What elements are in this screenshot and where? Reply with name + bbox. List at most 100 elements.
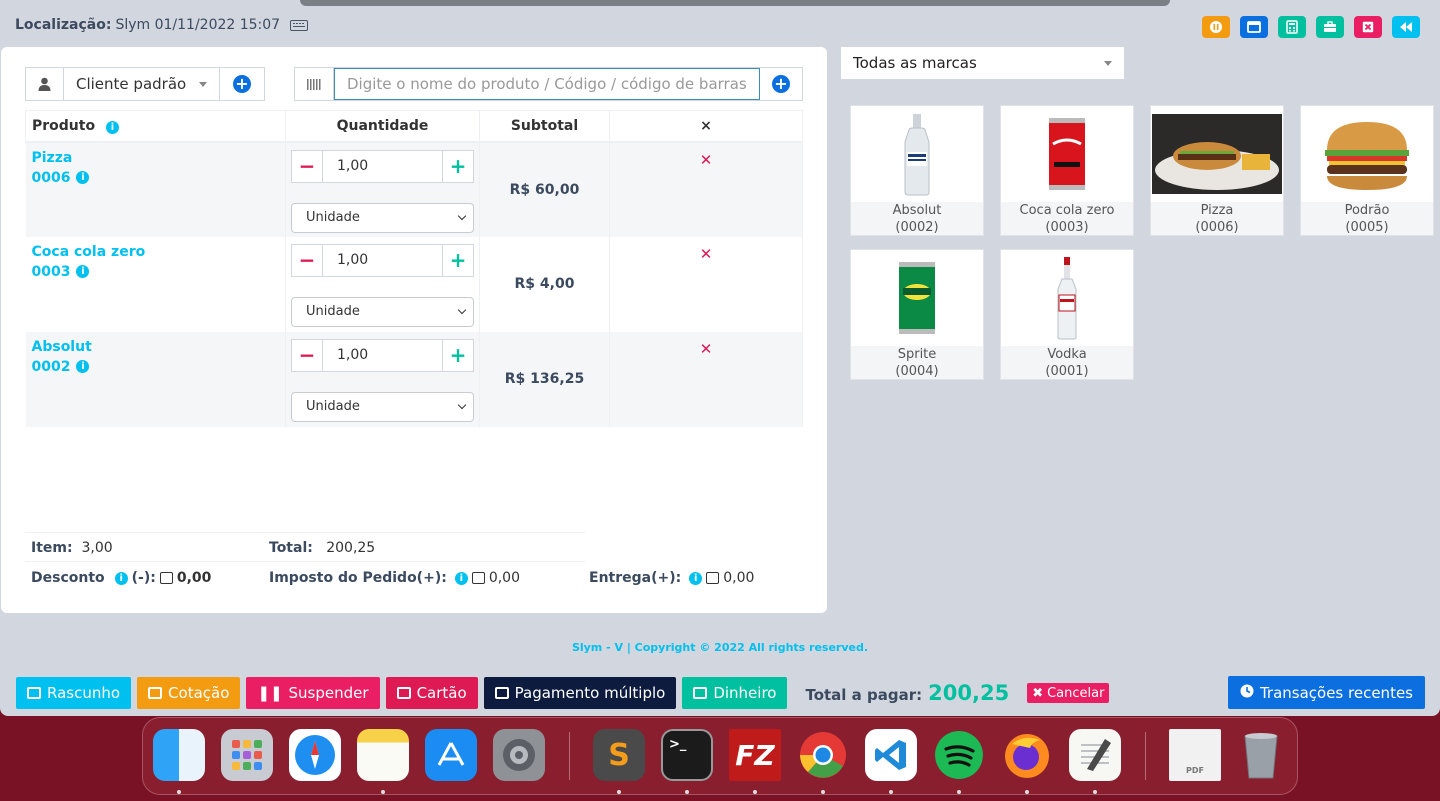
discount-value: 0,00 xyxy=(176,570,212,586)
info-icon[interactable]: i xyxy=(105,120,119,134)
location-label: Localização: xyxy=(15,17,112,33)
chrome-icon[interactable] xyxy=(797,729,849,781)
increase-quantity-button[interactable]: + xyxy=(442,244,473,276)
vscode-icon[interactable] xyxy=(865,729,917,781)
card-button[interactable]: Cartão xyxy=(385,677,478,709)
column-header-product-label: Produto xyxy=(32,117,96,134)
launchpad-icon[interactable] xyxy=(221,729,273,781)
trash-icon[interactable] xyxy=(1235,729,1287,781)
info-icon[interactable]: i xyxy=(114,571,128,585)
app-store-icon[interactable] xyxy=(425,729,477,781)
cart-product-name[interactable]: Absolut xyxy=(26,332,286,355)
fast-backward-icon[interactable] xyxy=(1392,16,1420,38)
product-card[interactable]: Vodka (0001) xyxy=(1000,249,1134,380)
add-product-button[interactable]: + xyxy=(760,68,802,100)
finder-icon[interactable] xyxy=(153,729,205,781)
quantity-stepper: − 1,00 + xyxy=(291,243,474,277)
info-icon[interactable]: i xyxy=(689,571,703,585)
sublime-text-icon[interactable]: S xyxy=(593,729,645,781)
remove-item-icon[interactable]: ✕ xyxy=(700,245,713,263)
product-code: (0005) xyxy=(1345,220,1389,235)
customer-select[interactable]: Cliente padrão xyxy=(64,68,220,100)
safari-icon[interactable] xyxy=(289,729,341,781)
running-indicator xyxy=(1025,790,1029,794)
terminal-icon[interactable]: >_ xyxy=(661,729,713,781)
running-indicator xyxy=(821,790,825,794)
suspend-button[interactable]: ❚❚ Suspender xyxy=(246,677,380,709)
product-code: (0001) xyxy=(1045,364,1089,379)
product-card[interactable]: Pizza (0006) xyxy=(1150,105,1284,236)
recent-transactions-button[interactable]: Transações recentes xyxy=(1227,676,1425,709)
keyboard-icon[interactable] xyxy=(290,19,309,31)
info-icon[interactable]: i xyxy=(454,571,468,585)
briefcase-icon[interactable] xyxy=(1316,16,1344,38)
pdf-document-icon[interactable]: PDF xyxy=(1169,729,1221,781)
barcode-icon xyxy=(295,68,334,100)
brand-filter-value: Todas as marcas xyxy=(853,54,977,72)
items-value: 3,00 xyxy=(81,540,113,556)
unit-select[interactable]: Unidade xyxy=(291,296,474,327)
product-image-coca-cola-zero xyxy=(1001,106,1133,202)
edit-icon xyxy=(148,687,163,699)
quantity-input[interactable]: 1,00 xyxy=(323,340,442,371)
dock-separator xyxy=(569,732,570,780)
cash-button[interactable]: Dinheiro xyxy=(682,677,788,709)
product-card[interactable]: Coca cola zero (0003) xyxy=(1000,105,1134,236)
spotify-icon[interactable] xyxy=(933,729,985,781)
product-name: Podrão xyxy=(1344,203,1390,218)
location-value: Slym 01/11/2022 15:07 xyxy=(115,17,281,33)
product-card[interactable]: Absolut (0002) xyxy=(850,105,984,236)
unit-select[interactable]: Unidade xyxy=(291,391,474,422)
remove-item-icon[interactable]: ✕ xyxy=(700,340,713,358)
info-icon[interactable]: i xyxy=(76,360,90,373)
pause-icon[interactable] xyxy=(1202,16,1230,38)
calculator-icon[interactable] xyxy=(1278,16,1306,38)
caret-down-icon xyxy=(199,81,207,87)
draft-button[interactable]: Rascunho xyxy=(16,677,132,709)
product-card[interactable]: Podrão (0005) xyxy=(1300,105,1434,236)
remove-item-icon[interactable]: ✕ xyxy=(700,151,713,169)
product-code: (0004) xyxy=(895,364,939,379)
running-indicator xyxy=(177,790,181,794)
edit-icon[interactable] xyxy=(159,572,173,584)
edit-icon[interactable] xyxy=(706,572,720,584)
window-icon[interactable] xyxy=(1240,16,1268,38)
shipping-value: 0,00 xyxy=(723,570,755,586)
cart-product-code: 0002 i xyxy=(26,355,286,375)
textedit-icon[interactable] xyxy=(1069,729,1121,781)
summary-totals: Item: 3,00 Total: 200,25 xyxy=(25,532,585,562)
caret-down-icon xyxy=(1104,60,1112,66)
multiple-payment-button[interactable]: Pagamento múltiplo xyxy=(483,677,677,709)
chevron-down-icon xyxy=(457,400,467,410)
edit-icon[interactable] xyxy=(471,572,485,584)
decrease-quantity-button[interactable]: − xyxy=(292,244,323,276)
info-icon[interactable]: i xyxy=(76,265,90,278)
product-name: Pizza xyxy=(1200,203,1234,218)
brand-filter-select[interactable]: Todas as marcas xyxy=(841,47,1124,79)
cart-row: Absolut 0002 i − 1,00 + Unidade R$ 136,25… xyxy=(25,331,803,427)
quote-button[interactable]: Cotação xyxy=(137,677,241,709)
increase-quantity-button[interactable]: + xyxy=(442,150,473,182)
cart-product-name[interactable]: Coca cola zero xyxy=(26,237,286,260)
add-customer-button[interactable]: + xyxy=(220,68,264,100)
running-indicator xyxy=(889,790,893,794)
firefox-icon[interactable] xyxy=(1001,729,1053,781)
product-search-input[interactable]: Digite o nome do produto / Código / códi… xyxy=(334,68,760,100)
system-preferences-icon[interactable] xyxy=(493,729,545,781)
tax-value: 0,00 xyxy=(488,570,520,586)
filezilla-icon[interactable]: FZ xyxy=(729,729,781,781)
cancel-button[interactable]: ✖ Cancelar xyxy=(1027,683,1110,703)
plus-circle-icon: + xyxy=(772,75,790,93)
close-register-icon[interactable] xyxy=(1354,16,1382,38)
cart-table: Produto i Quantidade Subtotal × Pizza 00… xyxy=(25,110,803,427)
quantity-input[interactable]: 1,00 xyxy=(323,151,442,182)
cart-product-name[interactable]: Pizza xyxy=(26,143,286,166)
decrease-quantity-button[interactable]: − xyxy=(292,339,323,371)
unit-select[interactable]: Unidade xyxy=(291,202,474,233)
product-card[interactable]: Sprite (0004) xyxy=(850,249,984,380)
quantity-input[interactable]: 1,00 xyxy=(323,245,442,276)
info-icon[interactable]: i xyxy=(76,171,90,184)
notes-icon[interactable] xyxy=(357,729,409,781)
decrease-quantity-button[interactable]: − xyxy=(292,150,323,182)
increase-quantity-button[interactable]: + xyxy=(442,339,473,371)
